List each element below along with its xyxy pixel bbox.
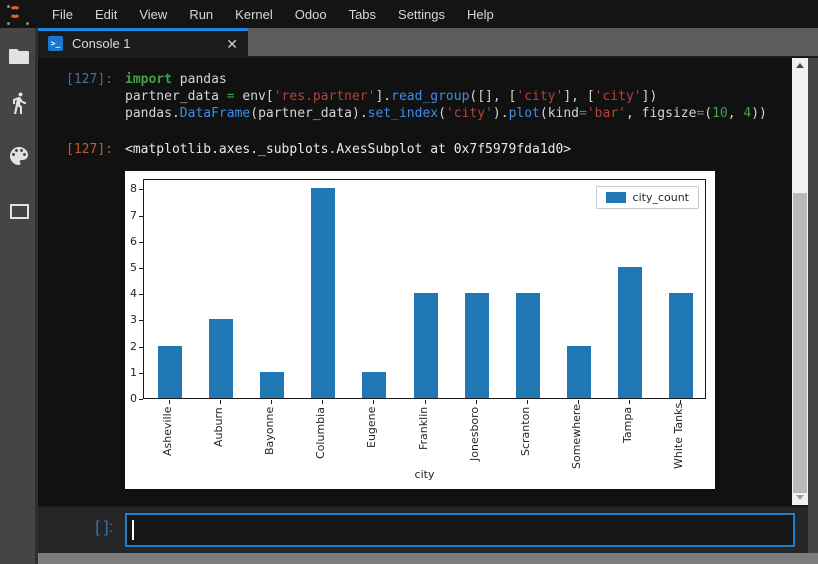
y-tick-mark (139, 216, 143, 217)
output-repr-text: <matplotlib.axes._subplots.AxesSubplot a… (125, 141, 571, 158)
y-tick-label: 2 (125, 340, 137, 353)
menu-run[interactable]: Run (178, 7, 224, 22)
file-browser-icon[interactable] (7, 44, 31, 68)
next-input-prompt: [ ]: (38, 507, 125, 553)
plot-area: city_count (143, 179, 706, 399)
menu-view[interactable]: View (128, 7, 178, 22)
x-tick-mark (629, 400, 630, 404)
x-tick-label: Eugene (365, 407, 381, 469)
x-tick-label: Columbia (314, 407, 330, 469)
y-tick-label: 5 (125, 261, 137, 274)
y-tick-mark (139, 242, 143, 243)
chart-legend: city_count (596, 186, 699, 209)
tab-console-1[interactable]: >_ Console 1 ✕ (38, 28, 248, 56)
bar (618, 267, 642, 398)
bar (311, 188, 335, 398)
code-line: pandas.DataFrame(partner_data).set_index… (125, 105, 767, 122)
x-tick-mark (169, 400, 170, 404)
x-axis-title: city (143, 468, 706, 481)
x-tick-label: Jonesboro (468, 407, 484, 469)
code-line: import pandas (125, 71, 767, 88)
menu-settings[interactable]: Settings (387, 7, 456, 22)
x-tick-label: Franklin (417, 407, 433, 469)
menu-file[interactable]: File (41, 7, 84, 22)
console-terminal-icon: >_ (48, 36, 63, 51)
x-tick-mark (527, 400, 528, 404)
menubar: FileEditViewRunKernelOdooTabsSettingsHel… (0, 0, 818, 28)
menu-tabs[interactable]: Tabs (338, 7, 387, 22)
code-editor[interactable]: import pandaspartner_data = env['res.par… (125, 71, 767, 122)
y-tick-label: 8 (125, 182, 137, 195)
scroll-down-icon[interactable] (792, 491, 808, 505)
x-tick-label: Tampa (621, 407, 637, 469)
menu-help[interactable]: Help (456, 7, 505, 22)
y-tick-mark (139, 294, 143, 295)
y-tick-mark (139, 399, 143, 400)
x-tick-label: White Tanks (672, 407, 688, 469)
legend-swatch (606, 192, 626, 203)
y-tick-label: 1 (125, 366, 137, 379)
menu-edit[interactable]: Edit (84, 7, 128, 22)
y-tick-label: 0 (125, 392, 137, 405)
bar (567, 346, 591, 398)
console-input-row: [ ]: (38, 505, 808, 553)
bar (465, 293, 489, 398)
y-tick-mark (139, 320, 143, 321)
menu-odoo[interactable]: Odoo (284, 7, 338, 22)
x-tick-mark (271, 400, 272, 404)
tab-title: Console 1 (72, 36, 226, 51)
y-tick-mark (139, 189, 143, 190)
output-area: [127]: <matplotlib.axes._subplots.AxesSu… (38, 141, 808, 158)
console-input-box[interactable] (125, 513, 795, 547)
x-tick-label: Scranton (519, 407, 535, 469)
x-tick-mark (476, 400, 477, 404)
bar (669, 293, 693, 398)
bar (209, 319, 233, 398)
x-tick-mark (425, 400, 426, 404)
vertical-scrollbar[interactable] (792, 58, 808, 505)
bar (260, 372, 284, 398)
x-tick-label: Bayonne (263, 407, 279, 469)
open-tabs-icon[interactable] (7, 199, 31, 223)
bottom-strip (38, 553, 818, 564)
code-cell: [127]: import pandaspartner_data = env['… (38, 58, 808, 122)
app-logo-icon (5, 2, 31, 28)
input-prompt: [127]: (38, 71, 125, 122)
legend-label: city_count (633, 191, 689, 204)
x-tick-label: Asheville (161, 407, 177, 469)
y-tick-label: 6 (125, 235, 137, 248)
y-tick-label: 4 (125, 287, 137, 300)
left-sidebar (0, 28, 38, 564)
tabbar: >_ Console 1 ✕ (38, 28, 818, 58)
scrollbar-thumb[interactable] (793, 193, 807, 493)
x-tick-mark (322, 400, 323, 404)
bar (414, 293, 438, 398)
code-line: partner_data = env['res.partner'].read_g… (125, 88, 767, 105)
y-tick-label: 3 (125, 313, 137, 326)
output-prompt: [127]: (38, 141, 125, 158)
y-tick-mark (139, 347, 143, 348)
x-tick-mark (373, 400, 374, 404)
x-tick-label: Auburn (212, 407, 228, 469)
console-panel: [127]: import pandaspartner_data = env['… (38, 58, 808, 505)
menu-kernel[interactable]: Kernel (224, 7, 284, 22)
matplotlib-figure: city_count city 0 1 2 3 4 5 6 7 8 Asheville Auburn… (125, 171, 715, 489)
x-tick-label: Somewhere (570, 407, 586, 469)
x-tick-mark (220, 400, 221, 404)
scroll-up-icon[interactable] (792, 58, 808, 72)
y-tick-label: 7 (125, 209, 137, 222)
y-tick-mark (139, 268, 143, 269)
command-palette-icon[interactable] (7, 144, 31, 168)
y-tick-mark (139, 373, 143, 374)
menubar-items: FileEditViewRunKernelOdooTabsSettingsHel… (41, 7, 505, 22)
console-input[interactable] (134, 515, 793, 545)
running-sessions-icon[interactable] (7, 91, 31, 115)
bar (516, 293, 540, 398)
bar (362, 372, 386, 398)
close-tab-icon[interactable]: ✕ (226, 37, 238, 51)
bar (158, 346, 182, 398)
